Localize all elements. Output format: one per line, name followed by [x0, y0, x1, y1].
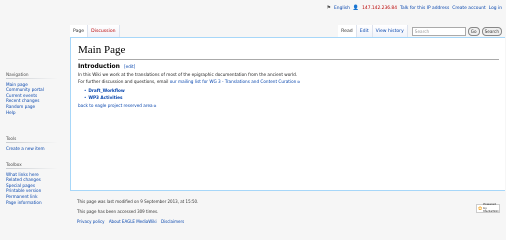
create-account-link[interactable]: Create account [452, 6, 485, 11]
toolbox-printable-version[interactable]: Printable version [6, 188, 41, 193]
footer: This page was last modified on 9 Septemb… [77, 197, 198, 227]
toolbox-what-links-here[interactable]: What links here [6, 172, 39, 177]
nav-community-portal[interactable]: Community portal [6, 87, 44, 92]
tab-page[interactable]: Page [70, 25, 89, 37]
toolbox-related-changes[interactable]: Related changes [6, 177, 41, 182]
wp3-activities-link[interactable]: WP3 Activities [88, 95, 122, 100]
contact-paragraph: For further discussion and questions, em… [78, 78, 499, 87]
nav-current-events[interactable]: Current events [6, 93, 37, 98]
section-title: Introduction [78, 63, 120, 70]
tab-edit[interactable]: Edit [356, 25, 373, 37]
namespace-tabs: Page Discussion [70, 25, 120, 37]
link-list: Draft_Workflow WP3 Activities [78, 87, 499, 102]
tab-discussion[interactable]: Discussion [88, 25, 120, 37]
view-tabs: Read Edit View history Search Go Search [338, 25, 502, 37]
intro-paragraph: In this Wiki we work at the translations… [78, 71, 298, 77]
tools-create-item[interactable]: Create a new item [6, 146, 45, 151]
go-button[interactable]: Go [467, 26, 480, 36]
access-count-text: This page has been accessed 309 times. [77, 209, 159, 214]
toolbox-heading: Toolbox [6, 162, 58, 169]
draft-workflow-link[interactable]: Draft_Workflow [88, 88, 124, 93]
nav-recent-changes[interactable]: Recent changes [6, 98, 39, 103]
talk-link[interactable]: Talk for this IP address [400, 6, 449, 11]
mediawiki-logo-icon: ✿ [478, 205, 483, 212]
search-form: Search Go Search [411, 26, 502, 36]
search-input[interactable]: Search [411, 26, 466, 36]
toolbox-permanent-link[interactable]: Permanent link [6, 194, 38, 199]
language-link[interactable]: English [334, 6, 350, 11]
last-modified-text: This page was last modified on 9 Septemb… [77, 199, 199, 204]
section-heading: Introduction [edit] [78, 63, 499, 71]
nav-random-page[interactable]: Random page [6, 104, 35, 109]
toolbox-page-information[interactable]: Page information [6, 200, 42, 205]
toolbox-portal: Toolbox What links here Related changes … [6, 162, 58, 205]
about-link[interactable]: About EAGLE MediaWiki [109, 219, 157, 224]
footer-links: Privacy policy About EAGLE MediaWiki Dis… [77, 217, 198, 227]
page-title: Main Page [78, 44, 126, 56]
language-icon: ⚑ [326, 5, 332, 11]
tab-read[interactable]: Read [338, 25, 357, 37]
content-area: Main Page Introduction [edit] In this Wi… [70, 37, 505, 191]
section-edit-link[interactable]: [edit] [124, 64, 135, 69]
personal-tools: ⚑ English 👤 147.142.236.84 Talk for this… [327, 5, 502, 11]
toolbox-special-pages[interactable]: Special pages [6, 183, 35, 188]
body-content: Introduction [edit] In this Wiki we work… [78, 63, 499, 110]
ip-address-link[interactable]: 147.142.236.84 [362, 6, 397, 11]
tools-portal: Tools Create a new item [6, 136, 58, 151]
nav-main-page[interactable]: Main page [6, 82, 28, 87]
contact-text: For further discussion and questions, em… [78, 79, 170, 84]
tab-view-history[interactable]: View history [372, 25, 408, 37]
powered-by-mediawiki-badge[interactable]: ✿ Powered by MediaWiki [476, 203, 500, 214]
mailing-list-link[interactable]: our mailing list for WG 3 - Translations… [170, 79, 300, 84]
mediawiki-text: MediaWiki [483, 209, 499, 214]
navigation-portal: Navigation Main page Community portal Cu… [6, 72, 58, 115]
user-icon: 👤 [352, 5, 360, 11]
disclaimers-link[interactable]: Disclaimers [161, 219, 184, 224]
nav-help[interactable]: Help [6, 110, 16, 115]
left-panel: Navigation Main page Community portal Cu… [0, 0, 70, 240]
reserved-area-link[interactable]: back to eagle project reserved area [78, 103, 156, 108]
search-button[interactable]: Search [481, 26, 502, 36]
logo[interactable] [0, 0, 70, 60]
login-link[interactable]: Log in [489, 6, 502, 11]
navigation-heading: Navigation [6, 72, 58, 79]
privacy-policy-link[interactable]: Privacy policy [77, 219, 105, 224]
tools-heading: Tools [6, 136, 58, 143]
title-divider [78, 59, 499, 60]
